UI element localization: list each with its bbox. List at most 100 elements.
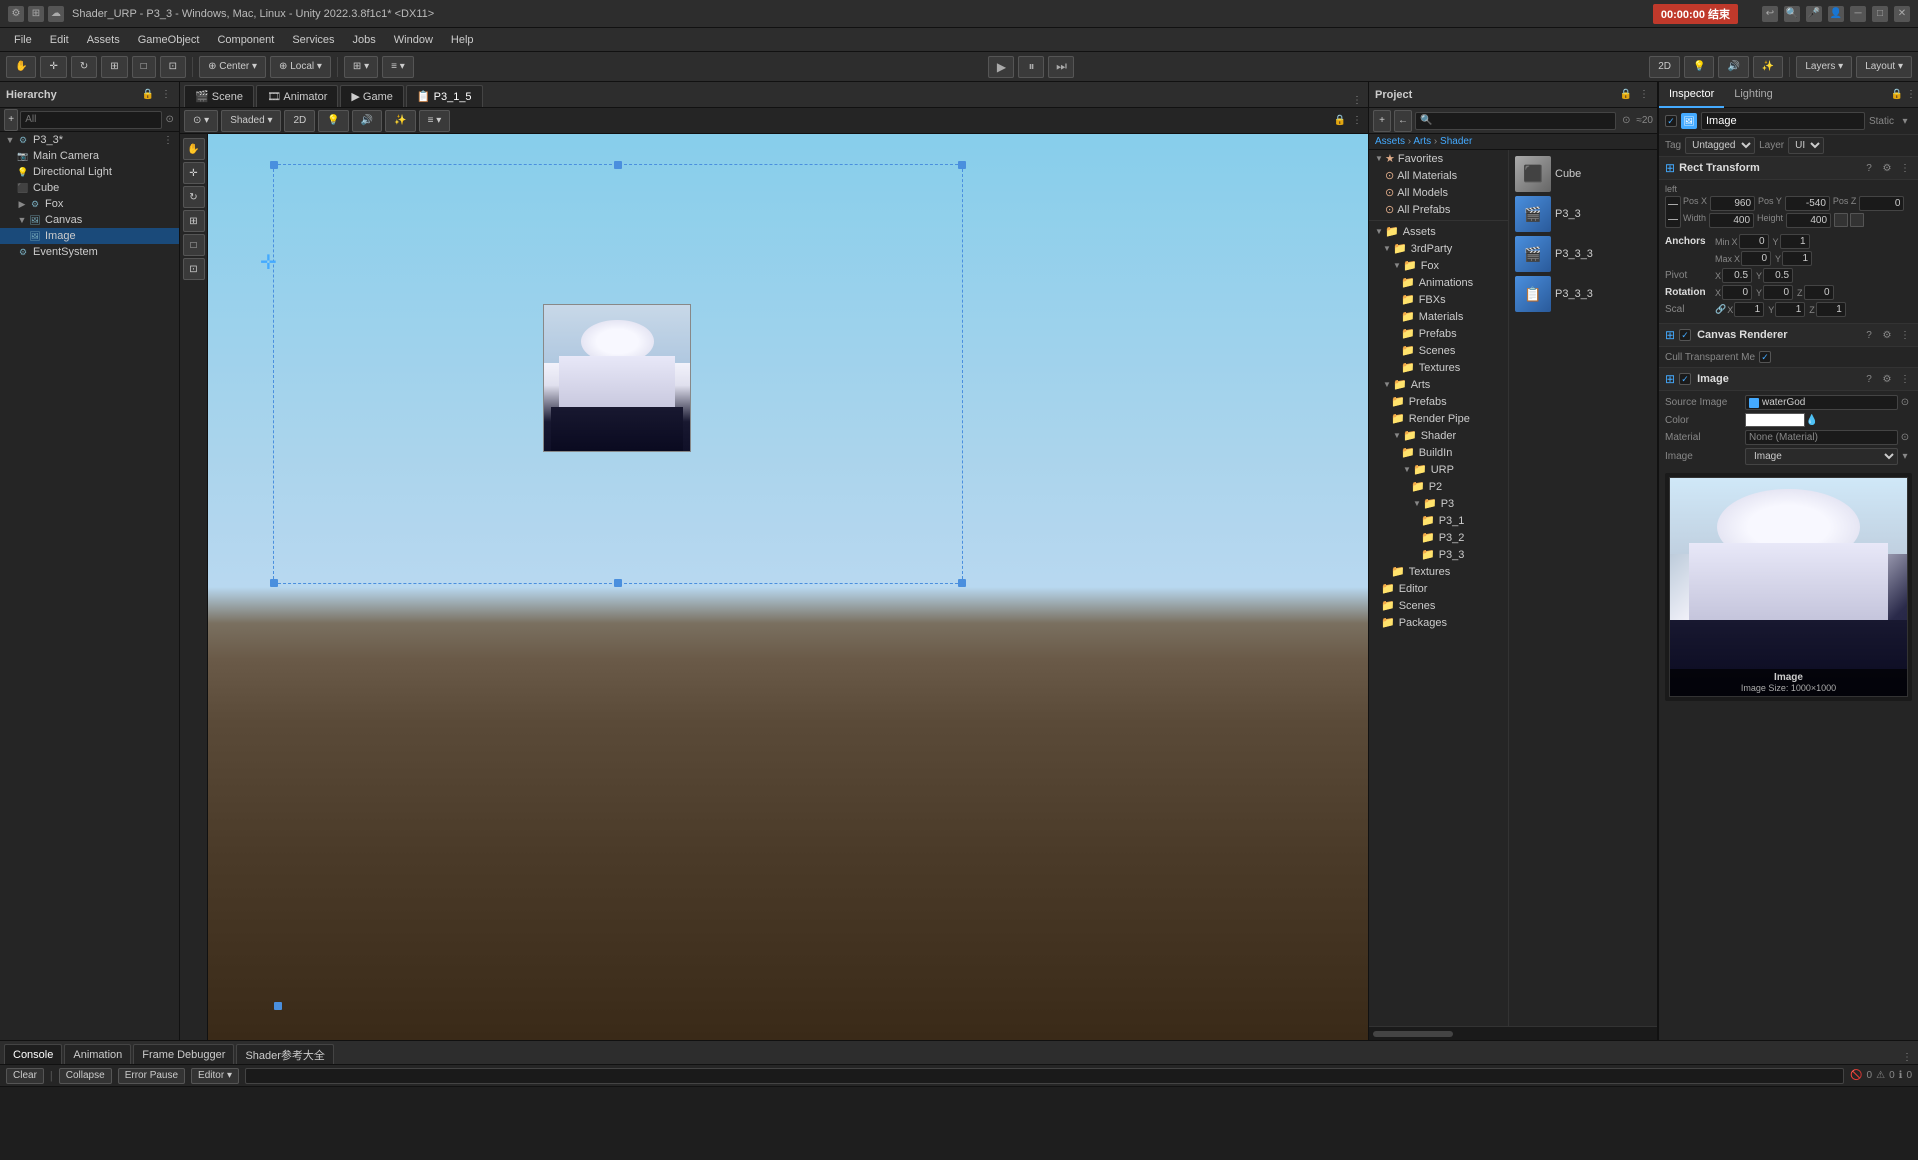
- tree-item-canvas[interactable]: ▼ 🖼 Canvas: [0, 212, 179, 228]
- width-input[interactable]: [1709, 213, 1754, 228]
- folder-all-prefabs[interactable]: ⊙ All Prefabs: [1369, 201, 1508, 218]
- folder-animations[interactable]: 📁 Animations: [1369, 274, 1508, 291]
- scene-2d[interactable]: 2D: [284, 110, 315, 132]
- tag-select[interactable]: Untagged: [1685, 137, 1755, 154]
- tab-lighting[interactable]: Lighting: [1724, 82, 1783, 108]
- account-icon[interactable]: 👤: [1828, 6, 1844, 22]
- project-lock[interactable]: 🔒: [1619, 88, 1633, 102]
- scene-lock[interactable]: 🔒: [1333, 114, 1347, 128]
- timer-button[interactable]: 00:00:00 结束: [1653, 4, 1738, 24]
- console-menu[interactable]: ⋮: [1900, 1050, 1914, 1064]
- tool-rect[interactable]: □: [183, 234, 205, 256]
- posx-input[interactable]: [1710, 196, 1755, 211]
- tab-shader-ref[interactable]: Shader参考大全: [236, 1044, 333, 1064]
- scene-lighting[interactable]: 💡: [318, 110, 348, 132]
- folder-buildin[interactable]: 📁 BuildIn: [1369, 444, 1508, 461]
- folder-root-scenes[interactable]: 📁 Scenes: [1369, 597, 1508, 614]
- rect-tool[interactable]: □: [132, 56, 156, 78]
- scale-z[interactable]: [1816, 302, 1846, 317]
- breadcrumb-arts[interactable]: Arts: [1413, 136, 1431, 147]
- snap-settings[interactable]: ⊞ ▾: [344, 56, 378, 78]
- go-name-input[interactable]: [1701, 112, 1865, 130]
- project-filter[interactable]: ⊙: [1619, 114, 1633, 128]
- fx-toggle[interactable]: ✨: [1753, 56, 1783, 78]
- cloud-icon[interactable]: ☁: [48, 6, 64, 22]
- pause-button[interactable]: ⏸: [1018, 56, 1044, 78]
- handle-tl[interactable]: [270, 161, 278, 169]
- scene-image-object[interactable]: [543, 304, 691, 452]
- layer-select[interactable]: UI: [1788, 137, 1824, 154]
- anchor-min-x[interactable]: [1739, 234, 1769, 249]
- canvas-renderer-help[interactable]: ?: [1862, 328, 1876, 342]
- handle-bottom-left[interactable]: [274, 1002, 282, 1010]
- folder-shader[interactable]: ▼ 📁 Shader: [1369, 427, 1508, 444]
- scene-viewport[interactable]: ✛: [208, 134, 1368, 1040]
- tab-animation[interactable]: Animation: [64, 1044, 131, 1064]
- scene-audio[interactable]: 🔊: [352, 110, 382, 132]
- image-type-dropdown[interactable]: ▾: [1898, 450, 1912, 464]
- tab-animator[interactable]: 🎞 Animator: [256, 85, 338, 107]
- folder-packages[interactable]: 📁 Packages: [1369, 614, 1508, 631]
- menu-jobs[interactable]: Jobs: [345, 32, 384, 48]
- material-pick[interactable]: ⊙: [1898, 431, 1912, 445]
- folder-fbxs[interactable]: 📁 FBXs: [1369, 291, 1508, 308]
- image-component-cb[interactable]: [1679, 373, 1691, 385]
- folder-arts-textures[interactable]: 📁 Textures: [1369, 563, 1508, 580]
- folder-scenes[interactable]: 📁 Scenes: [1369, 342, 1508, 359]
- folder-p2[interactable]: 📁 P2: [1369, 478, 1508, 495]
- folder-p3_1[interactable]: 📁 P3_1: [1369, 512, 1508, 529]
- folder-textures[interactable]: 📁 Textures: [1369, 359, 1508, 376]
- folder-p3_3[interactable]: 📁 P3_3: [1369, 546, 1508, 563]
- menu-file[interactable]: File: [6, 32, 40, 48]
- scale-x[interactable]: [1734, 302, 1764, 317]
- folder-arts-prefabs[interactable]: 📁 Prefabs: [1369, 393, 1508, 410]
- anchor-max-y[interactable]: [1782, 251, 1812, 266]
- pivot-x[interactable]: [1722, 268, 1752, 283]
- clear-button[interactable]: Clear: [6, 1068, 44, 1084]
- rotate-tool[interactable]: ↻: [71, 56, 97, 78]
- layout-dropdown[interactable]: Layout ▾: [1856, 56, 1912, 78]
- light-toggle[interactable]: 💡: [1684, 56, 1714, 78]
- audio-toggle[interactable]: 🔊: [1718, 56, 1748, 78]
- cull-checkbox[interactable]: [1759, 351, 1771, 363]
- settings-icon[interactable]: ⚙: [8, 6, 24, 22]
- source-image-field[interactable]: waterGod: [1745, 395, 1898, 410]
- folder-favorites[interactable]: ▼ ★ Favorites: [1369, 150, 1508, 167]
- folder-fox[interactable]: ▼ 📁 Fox: [1369, 257, 1508, 274]
- posy-input[interactable]: [1785, 196, 1830, 211]
- image-settings[interactable]: ⚙: [1880, 372, 1894, 386]
- handle-bl[interactable]: [270, 579, 278, 587]
- play-button[interactable]: ▶: [988, 56, 1014, 78]
- tree-item-dirlight[interactable]: 💡 Directional Light: [0, 164, 179, 180]
- menu-assets[interactable]: Assets: [79, 32, 128, 48]
- canvas-renderer-more[interactable]: ⋮: [1898, 328, 1912, 342]
- snap-toggle[interactable]: ≡ ▾: [382, 56, 414, 78]
- tree-item-cube[interactable]: ⬛ Cube: [0, 180, 179, 196]
- inspector-lock[interactable]: 🔒: [1890, 88, 1904, 102]
- close-icon[interactable]: ✕: [1894, 6, 1910, 22]
- step-button[interactable]: ⏭: [1048, 56, 1074, 78]
- restore-icon[interactable]: □: [1872, 6, 1888, 22]
- collab-icon[interactable]: ↩: [1762, 6, 1778, 22]
- menu-help[interactable]: Help: [443, 32, 482, 48]
- folder-render-pipe[interactable]: 📁 Render Pipe: [1369, 410, 1508, 427]
- scale-y[interactable]: [1775, 302, 1805, 317]
- go-active-checkbox[interactable]: [1665, 115, 1677, 127]
- color-swatch[interactable]: [1745, 413, 1805, 427]
- hierarchy-menu[interactable]: ⋮: [159, 88, 173, 102]
- tab-inspector[interactable]: Inspector: [1659, 82, 1724, 108]
- tool-move[interactable]: ✛: [183, 162, 205, 184]
- 2d-toggle[interactable]: 2D: [1649, 56, 1680, 78]
- scale-tool[interactable]: ⊞: [101, 56, 127, 78]
- project-search[interactable]: 🔍: [1415, 112, 1616, 130]
- project-scrollbar[interactable]: [1369, 1026, 1657, 1040]
- pivot-local[interactable]: ⊕ Local ▾: [270, 56, 331, 78]
- layers-dropdown[interactable]: Layers ▾: [1796, 56, 1852, 78]
- breadcrumb-assets[interactable]: Assets: [1375, 136, 1405, 147]
- source-image-pick[interactable]: ⊙: [1898, 396, 1912, 410]
- image-help[interactable]: ?: [1862, 372, 1876, 386]
- project-scroll-thumb[interactable]: [1373, 1031, 1453, 1037]
- handle-br[interactable]: [958, 579, 966, 587]
- file-p3_3_3b[interactable]: 📋 P3_3_3: [1513, 274, 1653, 314]
- hand-tool[interactable]: ✋: [6, 56, 36, 78]
